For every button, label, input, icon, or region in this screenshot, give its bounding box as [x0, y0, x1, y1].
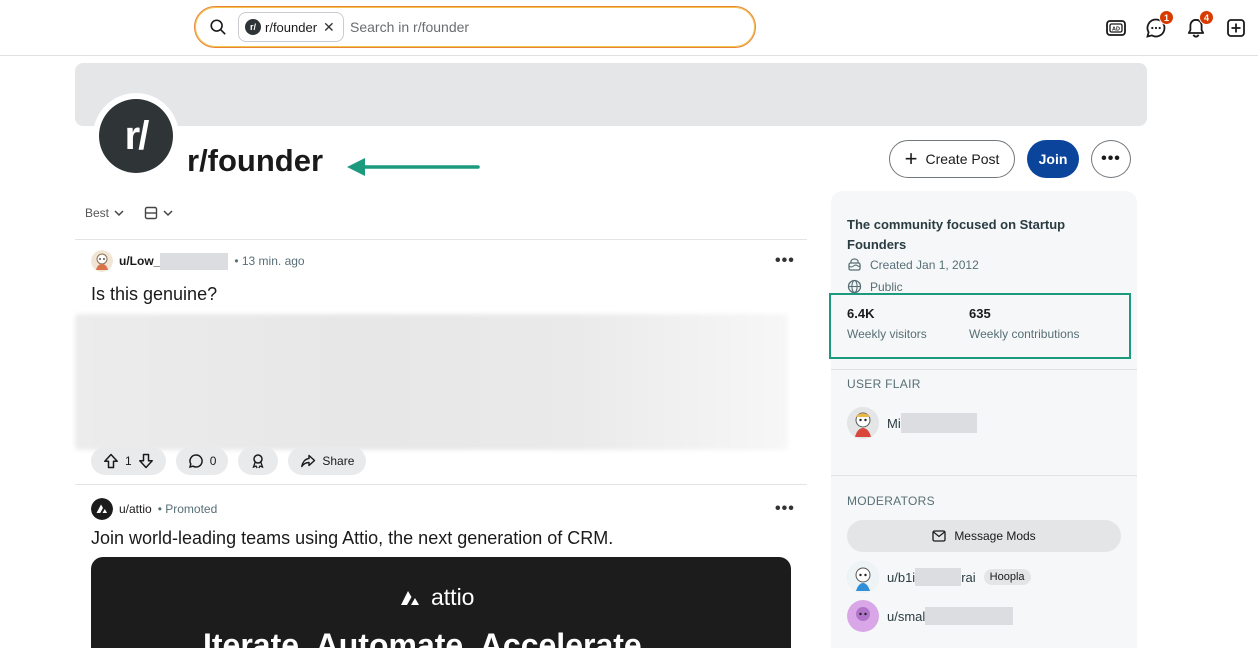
moderator-row[interactable]: u/b1i rai Hoopla [847, 561, 1031, 593]
share-button[interactable]: Share [288, 447, 367, 475]
chat-icon[interactable]: 1 [1142, 10, 1174, 42]
chevron-down-icon [114, 210, 124, 217]
share-label: Share [322, 454, 355, 468]
comment-count: 0 [209, 454, 217, 468]
post-options-button[interactable]: ••• [775, 500, 795, 518]
award-button[interactable] [238, 447, 279, 475]
moderator-name-start: u/b1i [887, 569, 916, 585]
feed-sort-bar: Best [85, 206, 173, 220]
moderator-name-start: u/smal [887, 608, 926, 624]
vote-control: 1 [91, 447, 166, 475]
create-icon[interactable] [1222, 14, 1250, 42]
weekly-visitors-value: 6.4K [847, 306, 875, 321]
user-flair-heading: USER FLAIR [847, 377, 921, 391]
user-flair-row[interactable]: Mi [847, 407, 977, 439]
card-view-icon [144, 206, 158, 220]
search-scope-label: r/founder [265, 19, 318, 35]
message-mods-button[interactable]: Message Mods [847, 520, 1121, 552]
user-flair-avatar [847, 407, 879, 439]
attio-logo-text: attio [431, 584, 475, 610]
divider [75, 484, 807, 485]
advertiser-avatar[interactable] [91, 498, 113, 520]
redacted-username [915, 568, 962, 586]
top-bar: r/ r/founder ✕ Search in r/founder AD 1 … [0, 0, 1258, 56]
post-meta: u/Low_ • 13 min. ago [91, 250, 305, 272]
weekly-contributions-value: 635 [969, 306, 991, 321]
visibility-label: Public [870, 279, 903, 294]
weekly-visitors-label: Weekly visitors [847, 327, 927, 341]
redacted-username [160, 252, 229, 270]
sort-dropdown[interactable]: Best [85, 206, 124, 220]
community-avatar-logo: r/ [99, 99, 173, 173]
post-meta: u/attio • Promoted [91, 498, 217, 520]
divider [831, 369, 1137, 370]
join-button[interactable]: Join [1027, 140, 1079, 178]
moderator-avatar [847, 600, 879, 632]
share-icon [301, 454, 316, 468]
moderator-name-end: rai [961, 569, 976, 585]
moderator-avatar [847, 561, 879, 593]
search-placeholder[interactable]: Search in r/founder [350, 19, 469, 35]
advertise-icon[interactable]: AD [1102, 14, 1130, 42]
close-icon[interactable]: ✕ [323, 19, 335, 36]
page-title: r/founder [187, 143, 324, 178]
globe-icon [847, 279, 862, 294]
divider [831, 475, 1137, 476]
moderator-flair-tag: Hoopla [983, 569, 1031, 585]
create-post-label: Create Post [925, 151, 1000, 167]
promo-headline: Iterate. Automate. Accelerate. [203, 627, 651, 648]
attio-logo: attio [399, 584, 474, 611]
weekly-contributions-label: Weekly contributions [969, 327, 1080, 341]
created-date: Created Jan 1, 2012 [870, 257, 979, 272]
attio-logo-icon [401, 590, 419, 605]
subreddit-chip-avatar: r/ [245, 19, 261, 35]
cake-icon [848, 258, 861, 271]
post-media-blurred[interactable] [75, 314, 788, 450]
user-avatar[interactable] [91, 250, 113, 272]
more-options-button[interactable]: ••• [1091, 140, 1131, 178]
view-dropdown[interactable] [144, 206, 173, 220]
post-timestamp: • 13 min. ago [234, 254, 305, 268]
upvote-icon[interactable] [103, 453, 119, 469]
search-scope-chip[interactable]: r/ r/founder ✕ [238, 12, 344, 42]
award-icon [252, 454, 264, 469]
post-title[interactable]: Join world-leading teams using Attio, th… [91, 528, 613, 549]
stats-highlight-box [829, 293, 1131, 359]
message-mods-label: Message Mods [954, 529, 1036, 543]
vote-count: 1 [125, 454, 132, 468]
notification-bell-icon[interactable]: 4 [1182, 10, 1214, 42]
annotation-arrow-icon [347, 158, 480, 176]
downvote-icon[interactable] [138, 453, 154, 469]
post-username[interactable]: u/Low_ [119, 254, 160, 268]
community-description: The community focused on Startup Founder… [847, 217, 1066, 252]
moderator-row[interactable]: u/smal [847, 600, 1014, 632]
moderators-heading: MODERATORS [847, 494, 935, 508]
create-post-button[interactable]: + Create Post [889, 140, 1015, 178]
search-icon [210, 19, 226, 35]
chat-badge: 1 [1159, 10, 1174, 25]
user-flair-name: Mi [887, 415, 901, 431]
svg-text:AD: AD [1112, 27, 1120, 33]
mail-icon [932, 530, 946, 542]
divider [75, 239, 807, 240]
redacted-username [900, 413, 977, 433]
comments-button[interactable]: 0 [175, 447, 229, 475]
search-bar[interactable]: r/ r/founder ✕ Search in r/founder [194, 6, 756, 48]
sort-label: Best [85, 206, 110, 220]
post-actions: 1 0 Share [91, 447, 367, 475]
visibility-row: Public [847, 279, 903, 294]
post-title[interactable]: Is this genuine? [91, 284, 217, 305]
comment-icon [188, 454, 203, 469]
promoted-label: • Promoted [157, 502, 218, 516]
redacted-username [925, 607, 1014, 625]
promoted-media[interactable]: attio Iterate. Automate. Accelerate. [91, 557, 791, 648]
chevron-down-icon [163, 210, 173, 217]
community-banner [75, 63, 1147, 126]
community-avatar: r/ [93, 93, 179, 179]
created-date-row: Created Jan 1, 2012 [847, 257, 979, 272]
post-username[interactable]: u/attio [119, 502, 152, 516]
plus-icon: + [904, 146, 918, 171]
post-options-button[interactable]: ••• [775, 252, 795, 270]
notification-badge: 4 [1199, 10, 1214, 25]
